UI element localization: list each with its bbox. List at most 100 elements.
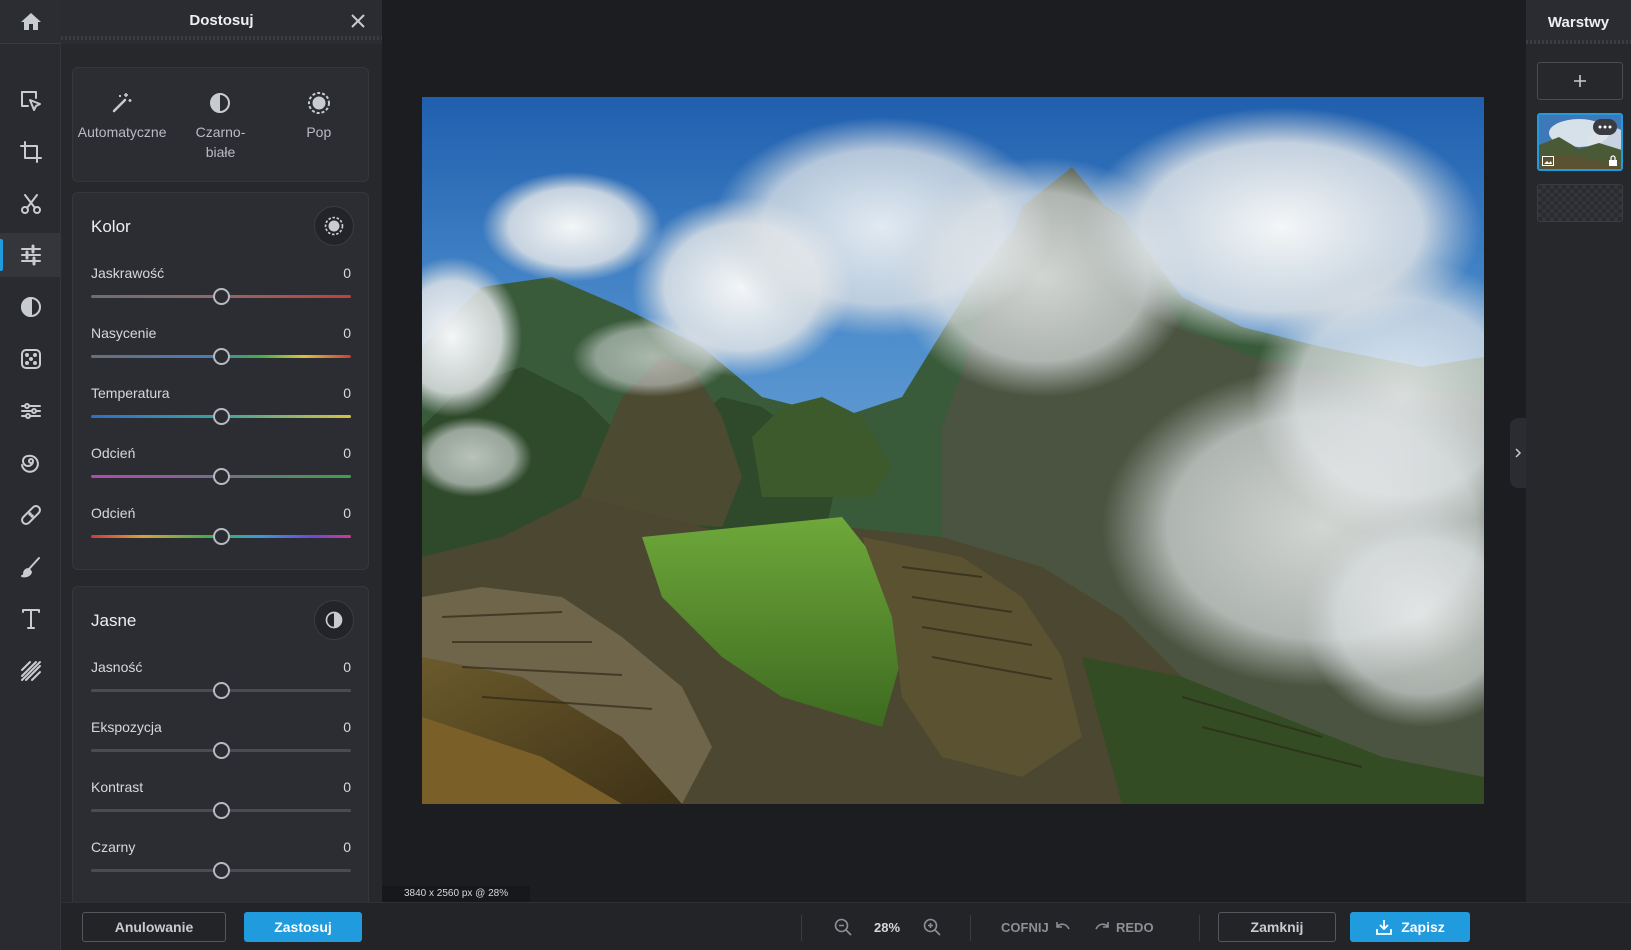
panel-header: Dostosuj bbox=[61, 0, 382, 44]
tool-crop[interactable] bbox=[0, 130, 61, 174]
chevron-right-icon bbox=[1515, 448, 1522, 458]
layer-thumbnail-empty[interactable] bbox=[1537, 184, 1623, 222]
slider-handle[interactable] bbox=[213, 348, 230, 365]
slider-handle[interactable] bbox=[213, 802, 230, 819]
slider-label: Jasność bbox=[91, 659, 143, 675]
divider bbox=[1199, 915, 1200, 941]
slider-value: 0 bbox=[343, 779, 351, 795]
divider bbox=[801, 915, 802, 941]
redo-button[interactable]: REDO bbox=[1095, 915, 1154, 939]
slider-label: Odcień bbox=[91, 505, 136, 521]
tool-tune[interactable] bbox=[0, 389, 61, 433]
undo-label: COFNIJ bbox=[1001, 919, 1049, 935]
home-button[interactable] bbox=[0, 0, 61, 44]
slider-value: 0 bbox=[343, 445, 351, 461]
slider-handle[interactable] bbox=[213, 682, 230, 699]
slider-czarny[interactable]: Czarny 0 bbox=[91, 839, 351, 889]
zoom-in-button[interactable] bbox=[923, 915, 941, 939]
tool-liquify[interactable] bbox=[0, 441, 61, 485]
color-reset-button[interactable] bbox=[314, 206, 354, 246]
pattern-icon bbox=[20, 661, 41, 681]
slider-nasycenie[interactable]: Nasycenie 0 bbox=[91, 325, 351, 375]
contrast-circle-icon bbox=[20, 297, 41, 317]
layer-more-button[interactable] bbox=[1593, 119, 1617, 135]
scissors-icon bbox=[20, 194, 41, 214]
half-circle-icon bbox=[325, 611, 343, 629]
layers-header: Warstwy bbox=[1526, 0, 1631, 44]
photo-canvas-image[interactable] bbox=[422, 97, 1484, 804]
undo-arrow-icon bbox=[1055, 922, 1070, 930]
slider-label: Kontrast bbox=[91, 779, 144, 795]
zoom-out-icon bbox=[834, 918, 852, 936]
apply-button[interactable]: Zastosuj bbox=[244, 912, 362, 942]
tool-heal[interactable] bbox=[0, 493, 61, 537]
slider-ekspozycja[interactable]: Ekspozycja 0 bbox=[91, 719, 351, 769]
select-arrow-icon bbox=[20, 91, 41, 111]
tool-effects[interactable] bbox=[0, 337, 61, 381]
preset-label: Pop bbox=[306, 124, 332, 140]
preset-label: Automatyczne bbox=[77, 124, 167, 140]
panel-scroll-area[interactable]: Automatyczne Czarno- białe Pop Kolor Jas… bbox=[61, 48, 382, 902]
slider-handle[interactable] bbox=[213, 528, 230, 545]
sun-icon bbox=[307, 92, 330, 114]
layer-thumbnail-photo[interactable] bbox=[1537, 113, 1623, 171]
layers-panel-toggle[interactable] bbox=[1510, 418, 1526, 488]
redo-label: REDO bbox=[1116, 919, 1154, 935]
light-reset-button[interactable] bbox=[314, 600, 354, 640]
slider-handle[interactable] bbox=[213, 408, 230, 425]
save-button[interactable]: Zapisz bbox=[1350, 912, 1470, 942]
preset-pop[interactable]: Pop bbox=[273, 90, 365, 181]
adjust-sliders-icon bbox=[20, 244, 41, 266]
slider-odcień[interactable]: Odcień 0 bbox=[91, 445, 351, 495]
slider-value: 0 bbox=[343, 719, 351, 735]
divider bbox=[970, 915, 971, 941]
plus-icon bbox=[1574, 75, 1586, 87]
slider-handle[interactable] bbox=[213, 468, 230, 485]
undo-button[interactable]: COFNIJ bbox=[1001, 915, 1070, 939]
half-circle-icon bbox=[210, 93, 231, 113]
tool-text[interactable] bbox=[0, 597, 61, 641]
close-button[interactable]: Zamknij bbox=[1218, 912, 1336, 942]
slider-handle[interactable] bbox=[213, 288, 230, 305]
slider-jaskrawość[interactable]: Jaskrawość 0 bbox=[91, 265, 351, 315]
bottom-toolbar: Anulowanie Zastosuj 28% COFNIJ REDO Zamk… bbox=[61, 902, 1631, 950]
image-dimensions-label: 3840 x 2560 px @ 28% bbox=[382, 886, 531, 902]
slider-label: Jaskrawość bbox=[91, 265, 165, 281]
tool-adjust[interactable] bbox=[0, 233, 61, 277]
preset-label-line2: białe bbox=[205, 144, 236, 160]
color-section: Kolor Jaskrawość 0 Nasycenie 0 Temperatura 0 O… bbox=[72, 192, 369, 570]
slider-temperatura[interactable]: Temperatura 0 bbox=[91, 385, 351, 435]
zoom-in-icon bbox=[923, 918, 941, 936]
tool-cutout[interactable] bbox=[0, 182, 61, 226]
slider-value: 0 bbox=[343, 505, 351, 521]
slider-value: 0 bbox=[343, 839, 351, 855]
tool-filters[interactable] bbox=[0, 285, 61, 329]
tool-rail bbox=[0, 0, 61, 950]
tool-select[interactable] bbox=[0, 79, 61, 123]
cancel-button[interactable]: Anulowanie bbox=[82, 912, 226, 942]
liquify-swirl-icon bbox=[20, 454, 39, 473]
slider-jasność[interactable]: Jasność 0 bbox=[91, 659, 351, 709]
tool-draw[interactable] bbox=[0, 545, 61, 589]
zoom-out-button[interactable] bbox=[834, 915, 852, 939]
close-panel-button[interactable] bbox=[348, 11, 368, 31]
download-icon bbox=[1376, 920, 1393, 935]
preset-auto[interactable]: Automatyczne bbox=[76, 90, 168, 181]
close-icon bbox=[351, 14, 365, 28]
layers-panel: Warstwy bbox=[1526, 0, 1631, 950]
filters-icon bbox=[20, 403, 41, 419]
mountain-landscape-image bbox=[422, 97, 1484, 804]
preset-black-white[interactable]: Czarno- białe bbox=[174, 90, 266, 181]
slider-handle[interactable] bbox=[213, 862, 230, 879]
panel-title: Dostosuj bbox=[189, 11, 254, 29]
slider-odcień[interactable]: Odcień 0 bbox=[91, 505, 351, 555]
presets-card: Automatyczne Czarno- białe Pop bbox=[72, 67, 369, 182]
zoom-level[interactable]: 28% bbox=[874, 915, 900, 939]
slider-kontrast[interactable]: Kontrast 0 bbox=[91, 779, 351, 829]
slider-handle[interactable] bbox=[213, 742, 230, 759]
slider-value: 0 bbox=[343, 325, 351, 341]
tool-pattern[interactable] bbox=[0, 649, 61, 693]
home-icon bbox=[20, 12, 41, 30]
layers-title: Warstwy bbox=[1547, 13, 1610, 31]
add-layer-button[interactable] bbox=[1537, 62, 1623, 100]
